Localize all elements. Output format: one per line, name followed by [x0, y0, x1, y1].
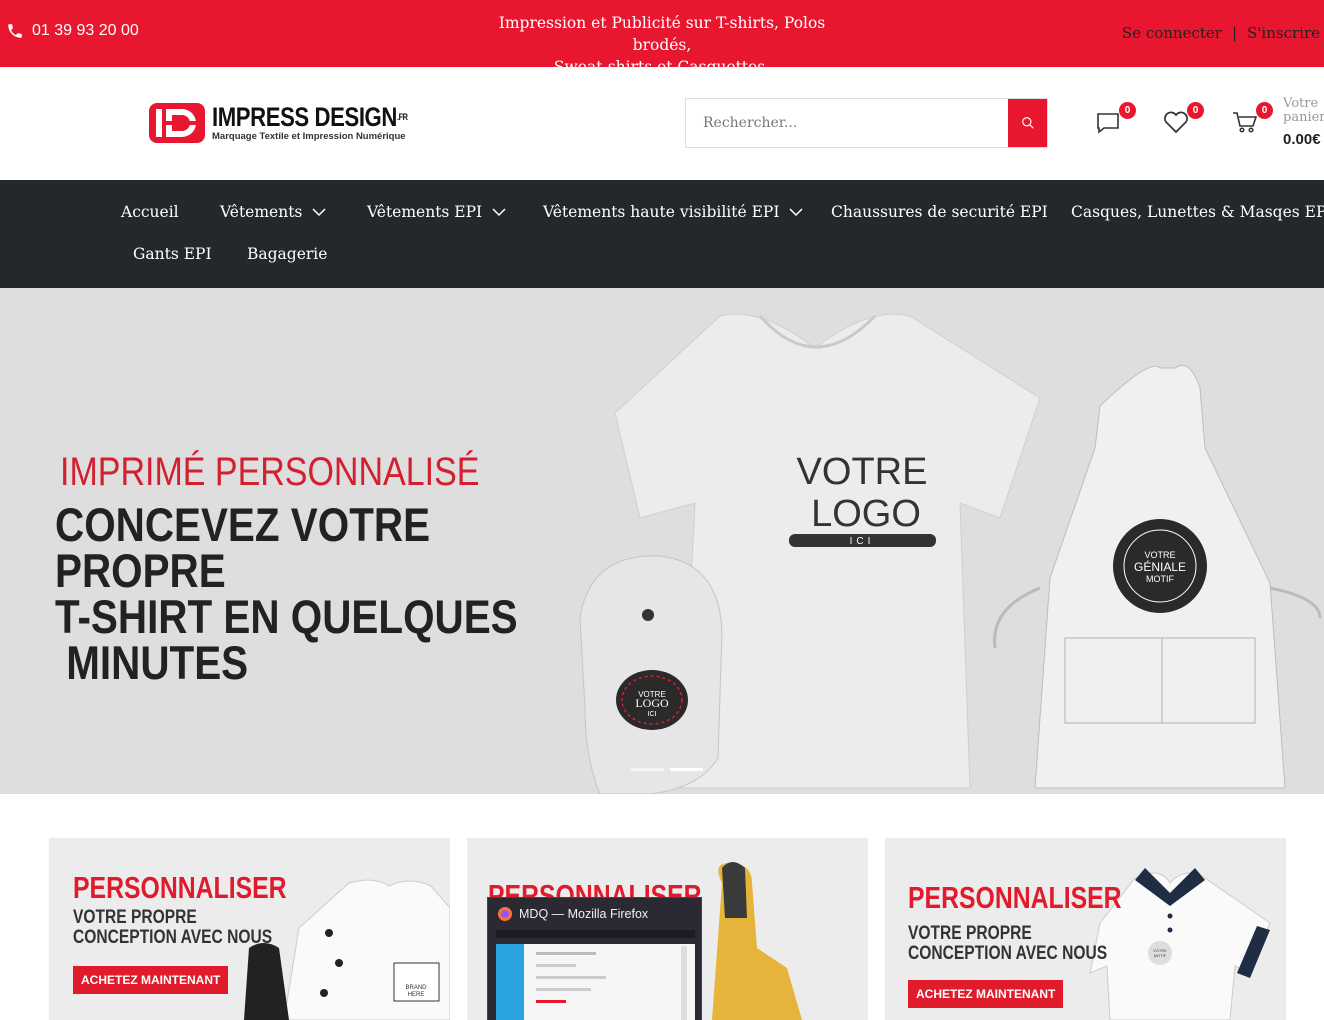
nav-item-haute-visibilite[interactable]: Vêtements haute visibilité EPI	[543, 203, 803, 221]
promo-card-chef[interactable]: BRAND HERE PERSONNALISER VOTRE PROPRE CO…	[49, 838, 450, 1020]
account-links: Se connecter | S'inscrire	[1122, 24, 1320, 42]
phone-contact[interactable]: 01 39 93 20 00	[6, 22, 139, 40]
nav-label: Accueil	[121, 203, 179, 221]
shop-now-button[interactable]: ACHETEZ MAINTENANT	[73, 966, 229, 994]
heart-icon	[1164, 111, 1188, 134]
card-title: PERSONNALISER	[73, 870, 287, 905]
nav-item-bagagerie[interactable]: Bagagerie	[247, 245, 327, 263]
compare-icon	[1097, 113, 1119, 134]
site-logo[interactable]: IMPRESS DESIGN.FR Marquage Textile et Im…	[148, 102, 451, 144]
firefox-preview-header: MDQ — Mozilla Firefox	[488, 898, 701, 929]
chevron-down-icon	[789, 208, 803, 217]
search-bar	[685, 98, 1048, 148]
nav-label: Vêtements EPI	[367, 203, 483, 221]
cart-total[interactable]: 0.00€	[1283, 131, 1321, 148]
card-subtitle: VOTRE PROPRE CONCEPTION AVEC NOUS	[73, 908, 272, 948]
firefox-icon	[498, 906, 512, 921]
nav-item-casques[interactable]: Casques, Lunettes & Masqes EPI	[1071, 203, 1324, 221]
nav-label: Casques, Lunettes & Masqes EPI	[1071, 203, 1324, 221]
chef-jacket-label-line2: HERE	[408, 992, 425, 998]
firefox-preview-title: MDQ — Mozilla Firefox	[519, 906, 649, 921]
nav-item-accueil[interactable]: Accueil	[121, 203, 179, 221]
logo-tagline: Marquage Textile et Impression Numérique	[212, 131, 406, 142]
hero-title-line: CONCEVEZ VOTRE PROPRE	[55, 498, 431, 597]
site-header: IMPRESS DESIGN.FR Marquage Textile et Im…	[0, 67, 1324, 180]
compare-count-badge: 0	[1119, 102, 1136, 119]
nav-item-chaussures[interactable]: Chaussures de securité EPI	[831, 203, 1048, 221]
logo-mark-icon	[149, 103, 205, 143]
promo-line: Impression et Publicité sur T-shirts, Po…	[498, 14, 826, 54]
cart-button[interactable]: 0	[1231, 102, 1273, 138]
firefox-window-preview[interactable]: MDQ — Mozilla Firefox	[487, 897, 702, 1020]
compare-button[interactable]: 0	[1094, 102, 1136, 138]
login-link[interactable]: Se connecter	[1122, 24, 1222, 42]
nav-label: Vêtements	[220, 203, 303, 221]
card-subtitle-line: VOTRE PROPRE	[908, 923, 1032, 944]
card-subtitle-line: CONCEPTION AVEC NOUS	[73, 927, 273, 948]
firefox-preview-thumbnail	[496, 930, 695, 1020]
logo-suffix: .FR	[396, 112, 408, 122]
wishlist-count-badge: 0	[1187, 102, 1204, 119]
cart-label-line: Votre	[1283, 96, 1319, 111]
nav-item-vetements-epi[interactable]: Vêtements EPI	[367, 203, 506, 221]
apron-badge-line2: GÉNIALE	[1134, 559, 1186, 574]
slider-dots	[631, 768, 703, 771]
tshirt-logo-line2: LOGO	[811, 493, 921, 535]
nav-label: Gants EPI	[133, 245, 212, 263]
cart-label-line: panier	[1283, 110, 1324, 125]
tshirt-logo-line1: VOTRE	[797, 451, 928, 493]
hero-title-line: T-SHIRT EN QUELQUES	[55, 590, 518, 643]
cart-icon	[1233, 112, 1258, 133]
nav-label: Bagagerie	[247, 245, 328, 263]
slider-dot[interactable]	[631, 768, 664, 771]
nav-label: Vêtements haute visibilité EPI	[543, 203, 780, 221]
slider-dot-active[interactable]	[670, 768, 703, 771]
phone-icon	[8, 24, 22, 38]
phone-number[interactable]: 01 39 93 20 00	[32, 22, 139, 40]
tshirt-logo-line3: ICI	[850, 536, 875, 547]
apron-badge-line1: VOTRE	[1144, 550, 1175, 560]
apron-badge-line3: MOTIF	[1146, 574, 1174, 584]
polo-badge-line2: MOTIF	[1154, 953, 1167, 958]
card-title: PERSONNALISER	[908, 880, 1122, 915]
register-link[interactable]: S'inscrire	[1247, 24, 1320, 42]
chevron-down-icon	[492, 208, 506, 217]
search-icon	[1021, 117, 1034, 129]
logo-name: IMPRESS DESIGN	[212, 102, 397, 132]
chef-jacket-label-line1: BRAND	[405, 985, 427, 991]
promo-card-polo[interactable]: VOTRE MOTIF PERSONNALISER VOTRE PROPRE C…	[885, 838, 1286, 1020]
cart-count-badge: 0	[1256, 102, 1273, 119]
logo-title: IMPRESS DESIGN.FR	[212, 102, 408, 132]
shop-now-button[interactable]: ACHETEZ MAINTENANT	[908, 980, 1064, 1008]
search-button[interactable]	[1008, 99, 1047, 147]
card-subtitle: VOTRE PROPRE CONCEPTION AVEC NOUS	[908, 924, 1107, 964]
card-subtitle-line: VOTRE PROPRE	[73, 907, 197, 928]
search-input[interactable]	[686, 99, 1008, 147]
hero-slider[interactable]: VOTRE LOGO ICI VOTRE GÉNIALE MOTIF VOTRE…	[0, 288, 1324, 794]
top-bar: 01 39 93 20 00 Impression et Publicité s…	[0, 0, 1324, 76]
cap-badge-line3: ICI	[648, 711, 657, 718]
nav-item-vetements[interactable]: Vêtements	[220, 203, 326, 221]
hero-title: CONCEVEZ VOTRE PROPRE T-SHIRT EN QUELQUE…	[55, 498, 571, 689]
cart-label[interactable]: Votre panier	[1283, 97, 1324, 125]
wishlist-button[interactable]: 0	[1162, 102, 1204, 138]
main-navigation: Accueil Vêtements Vêtements EPI Vêtement…	[0, 180, 1324, 288]
nav-item-gants[interactable]: Gants EPI	[133, 245, 212, 263]
card-subtitle-line: CONCEPTION AVEC NOUS	[908, 943, 1108, 964]
hero-title-line: MINUTES	[55, 636, 249, 689]
chevron-down-icon	[312, 208, 326, 217]
hero-kicker: IMPRIMÉ PERSONNALISÉ	[60, 450, 480, 494]
nav-label: Chaussures de securité EPI	[831, 203, 1048, 221]
link-separator: |	[1231, 24, 1238, 42]
cap-badge-line2: LOGO	[635, 696, 669, 710]
